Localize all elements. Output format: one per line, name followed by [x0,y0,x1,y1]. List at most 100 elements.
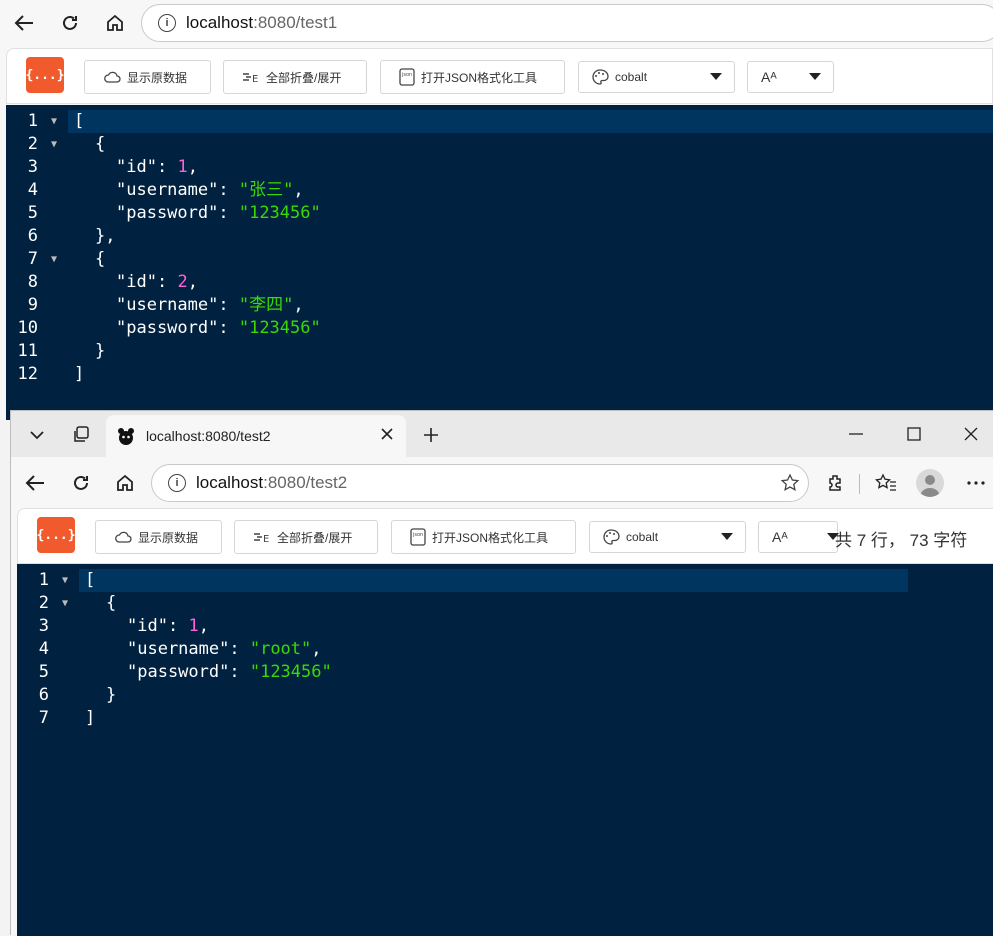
line-number: 4 [27,180,38,200]
line-number: 1 [27,111,38,131]
address-bar[interactable]: i localhost:8080/test2 [151,464,809,502]
extensions-icon[interactable] [817,465,853,501]
json-toolbar: {...} 显示原数据 E 全部折叠/展开 json 打开JSON格式化工具 c… [17,508,993,564]
fold-toggle-icon[interactable]: ▼ [51,248,57,271]
json-logo-icon: {...} [25,57,65,93]
code-text: { [95,133,105,156]
reload-button[interactable] [63,465,99,501]
show-raw-button[interactable]: 显示原数据 [84,60,211,94]
url-path: :8080/test2 [263,473,348,492]
info-icon[interactable]: i [168,474,186,492]
json-value: "123456" [249,662,332,682]
json-token: } [106,685,117,705]
info-icon[interactable]: i [158,14,176,32]
json-token: , [311,639,322,659]
chevron-down-icon [809,73,821,80]
fold-all-button[interactable]: E 全部折叠/展开 [234,520,378,554]
line-number: 6 [27,226,38,246]
code-line: 1 ▼ [ [6,110,993,133]
json-token: { [106,593,117,613]
json-value: 1 [188,616,199,636]
tab-localhost-test2[interactable]: localhost:8080/test2 [106,415,406,457]
profile-avatar[interactable] [916,469,944,497]
font-size-select[interactable]: Aᴬ [758,521,839,553]
close-tab-icon[interactable] [380,427,394,444]
reload-button[interactable] [52,5,88,41]
code-text: "password": "123456" [116,202,321,225]
line-number: 3 [27,157,38,177]
code-text: [ [85,569,95,592]
json-token: "id" [116,157,157,177]
line-number: 1 [38,570,49,590]
code-line: 2 ▼ { [17,592,993,615]
json-value: "张三" [238,180,294,200]
chevron-down-icon [710,73,722,80]
json-token: { [95,134,106,154]
open-json-tool-button[interactable]: json 打开JSON格式化工具 [391,520,576,554]
home-button[interactable] [107,465,143,501]
theme-select[interactable]: cobalt [589,521,746,553]
home-button[interactable] [97,5,133,41]
code-line: 8 "id": 2, [6,271,993,294]
theme-select[interactable]: cobalt [578,61,735,93]
favorite-star-icon[interactable] [780,473,800,498]
code-text: { [106,592,116,615]
code-text: } [106,684,116,707]
fold-toggle-icon[interactable]: ▼ [62,569,68,592]
line-number: 9 [27,295,38,315]
code-text: "id": 1, [127,615,209,638]
url-host: localhost [196,473,264,492]
tab-title: localhost:8080/test2 [146,428,271,444]
json-token: , [293,180,304,200]
json-editor-test1[interactable]: 1 ▼ [2 ▼ {3 "id": 1, 4 "username": "张三", 5 "passw… [6,105,993,420]
line-number: 2 [27,134,38,154]
json-value: 1 [177,157,188,177]
json-token: ] [85,708,96,728]
favorites-icon[interactable] [868,465,904,501]
open-json-tool-button[interactable]: json 打开JSON格式化工具 [380,60,565,94]
close-window-button[interactable] [956,421,986,447]
palette-icon [591,69,609,85]
minimize-button[interactable] [841,421,871,447]
json-token: : [218,203,239,223]
workspaces-button[interactable] [63,417,99,453]
more-menu-icon[interactable] [958,465,993,501]
fold-all-button[interactable]: E 全部折叠/展开 [223,60,367,94]
show-raw-label: 显示原数据 [138,530,199,545]
fold-toggle-icon[interactable]: ▼ [62,592,68,615]
url-host: localhost [186,13,254,32]
fold-toggle-icon[interactable]: ▼ [51,110,57,133]
code-line: 3 "id": 1, [6,156,993,179]
svg-text:json: json [401,72,412,78]
json-editor-test2[interactable]: 1 ▼ [2 ▼ {3 "id": 1, 4 "username": "root", 5 "pas… [17,564,993,936]
line-number: 6 [38,685,49,705]
fold-toggle-icon[interactable]: ▼ [51,133,57,156]
show-raw-button[interactable]: 显示原数据 [95,520,222,554]
code-line: 2 ▼ { [6,133,993,156]
tab-strip: localhost:8080/test2 [11,411,993,457]
code-text: "username": "张三", [116,179,304,202]
code-text: "id": 2, [116,271,198,294]
back-button[interactable] [6,5,42,41]
json-toolbar: {...} 显示原数据 E 全部折叠/展开 json 打开JSON格式化工具 c… [6,48,993,104]
json-token: "password" [116,318,219,338]
code-text: "id": 1, [116,156,198,179]
json-value: "root" [249,639,312,659]
line-number: 7 [38,708,49,728]
json-value: "李四" [238,295,294,315]
font-size-select[interactable]: Aᴬ [747,61,834,93]
address-bar[interactable]: i localhost:8080/test1 [141,4,993,42]
new-tab-button[interactable] [413,417,449,453]
code-text: "password": "123456" [127,661,332,684]
line-number: 5 [27,203,38,223]
json-token: : [229,639,250,659]
code-text: } [95,340,105,363]
line-number: 7 [27,249,38,269]
code-text: }, [95,225,115,248]
svg-text:json: json [412,532,423,538]
tab-list-button[interactable] [19,417,55,453]
code-text: "username": "李四", [116,294,304,317]
back-button[interactable] [17,465,53,501]
line-number: 3 [38,616,49,636]
maximize-button[interactable] [899,421,929,447]
